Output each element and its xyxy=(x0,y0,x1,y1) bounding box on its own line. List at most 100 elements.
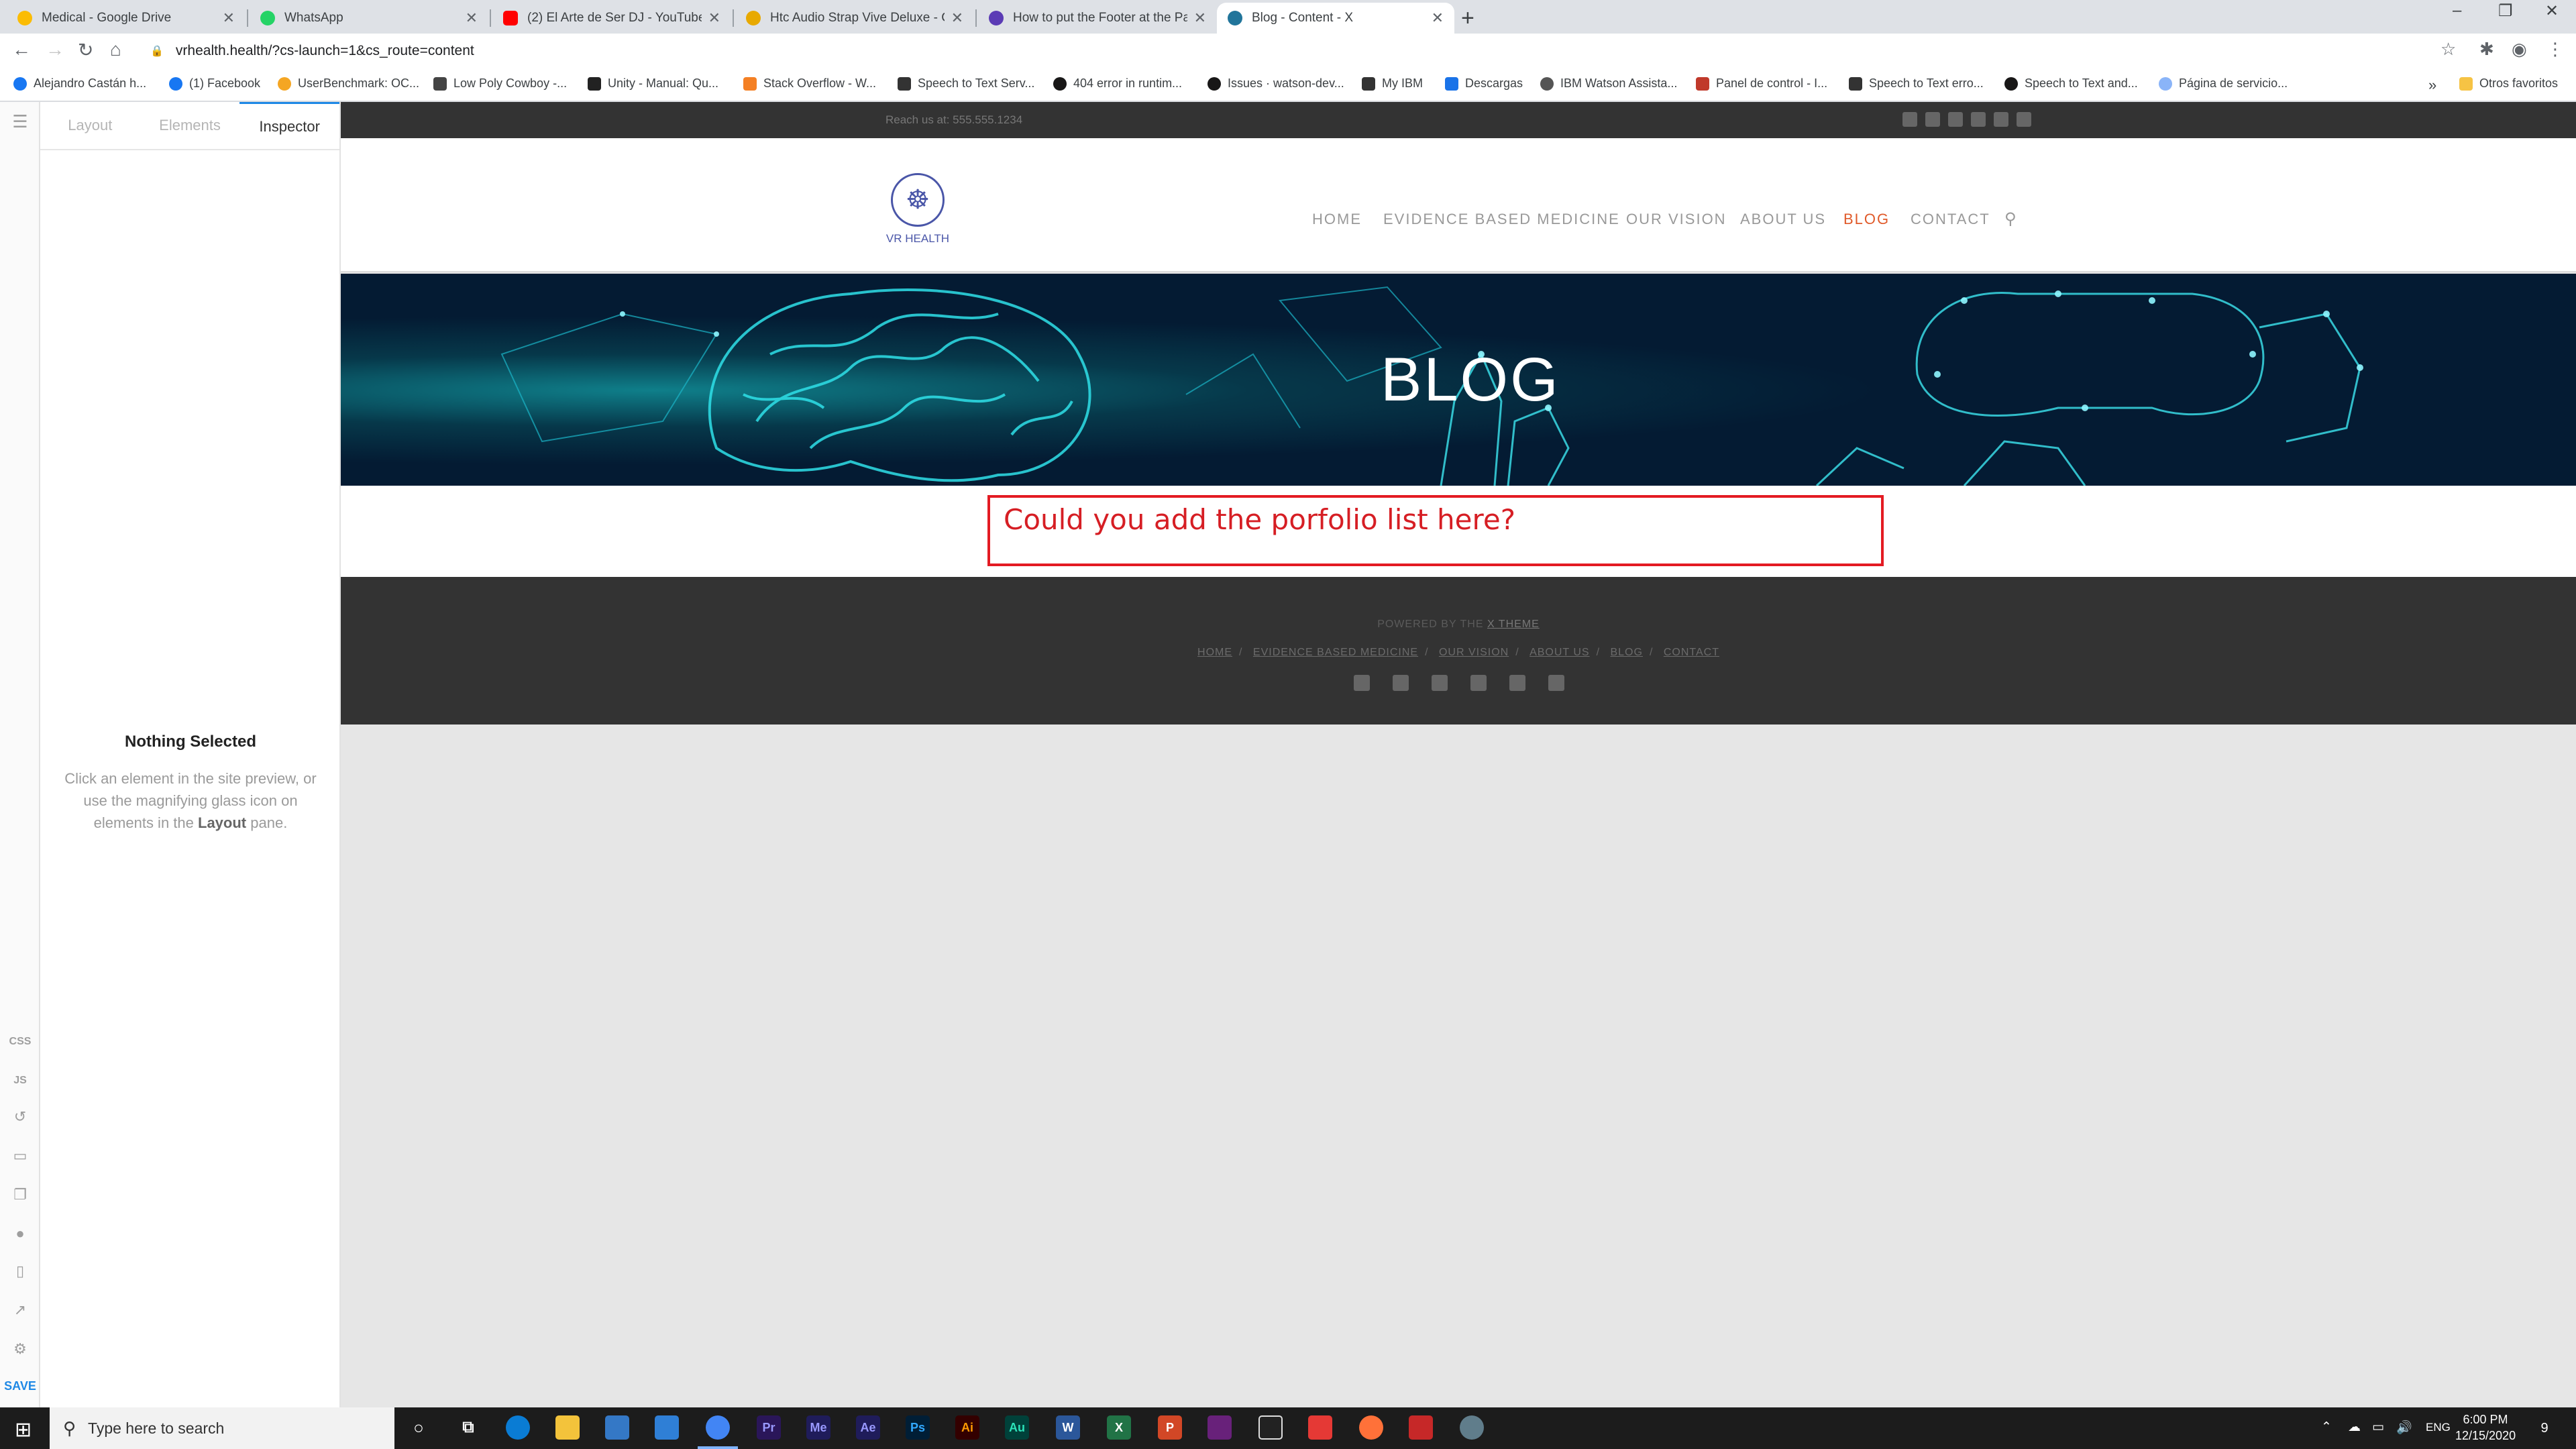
bookmark-item[interactable]: (1) Facebook xyxy=(169,76,260,91)
after-effects-icon[interactable]: Ae xyxy=(856,1415,880,1440)
facebook-icon[interactable] xyxy=(1354,675,1370,691)
search-icon[interactable]: ⚲ xyxy=(2004,209,2017,229)
close-icon[interactable]: ✕ xyxy=(708,9,720,27)
forward-icon[interactable]: → xyxy=(46,39,64,60)
hamburger-menu-icon[interactable]: ☰ xyxy=(0,111,40,132)
edge-icon[interactable] xyxy=(506,1415,530,1440)
recorder-icon[interactable] xyxy=(1409,1415,1433,1440)
footer-nav-blog[interactable]: BLOG xyxy=(1610,647,1642,658)
powerpoint-icon[interactable]: P xyxy=(1158,1415,1182,1440)
tab-layout[interactable]: Layout xyxy=(40,102,140,149)
view-site-icon[interactable]: ↗ xyxy=(0,1301,40,1319)
other-bookmarks-folder[interactable]: Otros favoritos xyxy=(2459,76,2558,91)
bookmark-item[interactable]: Speech to Text and... xyxy=(2004,76,2138,91)
bookmark-item[interactable]: 404 error in runtim... xyxy=(1053,76,1182,91)
nav-home[interactable]: HOME xyxy=(1312,211,1362,228)
settings-gear-icon[interactable]: ⚙ xyxy=(0,1340,40,1358)
css-button[interactable]: CSS xyxy=(0,1036,40,1048)
address-bar[interactable]: 🔒 vrhealth.health/?cs-launch=1&cs_route=… xyxy=(150,38,2458,64)
chrome-icon[interactable] xyxy=(706,1415,730,1440)
illustrator-icon[interactable]: Ai xyxy=(955,1415,979,1440)
nav-our-vision[interactable]: OUR VISION xyxy=(1626,211,1727,228)
xing-icon[interactable] xyxy=(1994,112,2008,127)
google-plus-icon[interactable] xyxy=(1432,675,1448,691)
js-button[interactable]: JS xyxy=(0,1075,40,1087)
xing-icon[interactable] xyxy=(1509,675,1525,691)
bookmark-item[interactable]: UserBenchmark: OC... xyxy=(278,76,419,91)
bookmark-item[interactable]: Low Poly Cowboy -... xyxy=(433,76,567,91)
taskbar-clock[interactable]: 6:00 PM 12/15/2020 xyxy=(2455,1411,2516,1444)
content-area[interactable]: Could you add the porfolio list here? xyxy=(341,486,2576,577)
bookmark-item[interactable]: Issues · watson-dev... xyxy=(1208,76,1344,91)
layout-icon[interactable]: ▭ xyxy=(0,1147,40,1165)
cortana-icon[interactable]: ○ xyxy=(407,1415,431,1440)
tab-footer-question[interactable]: How to put the Footer at the Pag ✕ xyxy=(978,3,1217,34)
tab-blog-content[interactable]: Blog - Content - X ✕ xyxy=(1217,3,1454,34)
bookmark-item[interactable]: Unity - Manual: Qu... xyxy=(588,76,718,91)
tab-htc-audio-strap[interactable]: Htc Audio Strap Vive Deluxe - Co ✕ xyxy=(735,3,974,34)
bookmark-item[interactable]: Página de servicio... xyxy=(2159,76,2288,91)
more-bookmarks-button[interactable]: » xyxy=(2428,76,2436,94)
site-logo[interactable]: ☸ VR HEALTH xyxy=(884,173,951,246)
profile-icon[interactable]: ◉ xyxy=(2512,39,2527,60)
bookmark-item[interactable]: IBM Watson Assista... xyxy=(1540,76,1677,91)
tab-youtube[interactable]: (2) El Arte de Ser DJ - YouTube ✕ xyxy=(492,3,731,34)
notification-center-icon[interactable]: 9 xyxy=(2533,1417,2556,1440)
nav-contact[interactable]: CONTACT xyxy=(1911,211,1990,228)
google-plus-icon[interactable] xyxy=(1948,112,1963,127)
word-icon[interactable]: W xyxy=(1056,1415,1080,1440)
twitter-icon[interactable] xyxy=(1925,112,1940,127)
store-icon[interactable] xyxy=(605,1415,629,1440)
footer-nav-about-us[interactable]: ABOUT US xyxy=(1529,647,1590,658)
visual-studio-icon[interactable] xyxy=(1208,1415,1232,1440)
bookmark-item[interactable]: Alejandro Castán h... xyxy=(13,76,146,91)
footer-nav-contact[interactable]: CONTACT xyxy=(1664,647,1719,658)
volume-icon[interactable]: 🔊 xyxy=(2396,1419,2412,1436)
nav-evidence-based-medicine[interactable]: EVIDENCE BASED MEDICINE xyxy=(1383,211,1620,228)
premiere-icon[interactable]: Pr xyxy=(757,1415,781,1440)
back-icon[interactable]: ← xyxy=(12,39,31,60)
star-icon[interactable]: ☆ xyxy=(2440,39,2456,60)
templates-icon[interactable]: ❐ xyxy=(0,1186,40,1203)
rss-icon[interactable] xyxy=(1548,675,1564,691)
home-icon[interactable]: ⌂ xyxy=(110,39,121,60)
file-explorer-icon[interactable] xyxy=(555,1415,580,1440)
firefox-icon[interactable] xyxy=(1359,1415,1383,1440)
close-icon[interactable]: ✕ xyxy=(1194,9,1206,27)
onedrive-icon[interactable]: ☁ xyxy=(2348,1419,2361,1435)
bookmark-item[interactable]: Speech to Text Serv... xyxy=(898,76,1034,91)
menu-dots-icon[interactable]: ⋮ xyxy=(2546,39,2564,60)
media-encoder-icon[interactable]: Me xyxy=(806,1415,830,1440)
excel-icon[interactable]: X xyxy=(1107,1415,1131,1440)
windows-start-icon[interactable]: ⊞ xyxy=(15,1418,32,1442)
chevron-up-icon[interactable]: ⌃ xyxy=(2321,1419,2332,1435)
minimize-icon[interactable]: – xyxy=(2453,1,2461,20)
history-icon[interactable]: ↺ xyxy=(0,1108,40,1126)
reload-icon[interactable]: ↻ xyxy=(78,39,93,61)
bookmark-item[interactable]: My IBM xyxy=(1362,76,1423,91)
save-button[interactable]: SAVE xyxy=(0,1379,40,1393)
photoshop-icon[interactable]: Ps xyxy=(906,1415,930,1440)
footer-nav-home[interactable]: HOME xyxy=(1197,647,1232,658)
facebook-icon[interactable] xyxy=(1902,112,1917,127)
rss-icon[interactable] xyxy=(2017,112,2031,127)
restore-icon[interactable]: ❐ xyxy=(2498,1,2513,21)
nav-blog[interactable]: BLOG xyxy=(1843,211,1890,228)
taskbar-search[interactable]: ⚲ Type here to search xyxy=(50,1407,394,1449)
site-preview[interactable]: Reach us at: 555.555.1234 ☸ VR HEALTH HO… xyxy=(341,102,2576,1407)
close-icon[interactable]: ✕ xyxy=(466,9,478,27)
linkedin-icon[interactable] xyxy=(1470,675,1487,691)
footer-nav-evidence-based-medicine[interactable]: EVIDENCE BASED MEDICINE xyxy=(1253,647,1418,658)
tab-inspector[interactable]: Inspector xyxy=(239,102,340,149)
nav-about-us[interactable]: ABOUT US xyxy=(1740,211,1826,228)
close-icon[interactable]: ✕ xyxy=(1432,9,1444,27)
language-indicator[interactable]: ENG xyxy=(2426,1421,2451,1434)
bookmark-item[interactable]: Stack Overflow - W... xyxy=(743,76,876,91)
mail-icon[interactable] xyxy=(655,1415,679,1440)
close-window-icon[interactable]: ✕ xyxy=(2545,1,2559,21)
bookmark-item[interactable]: Panel de control - I... xyxy=(1696,76,1827,91)
tab-whatsapp[interactable]: WhatsApp ✕ xyxy=(250,3,488,34)
twitter-icon[interactable] xyxy=(1393,675,1409,691)
obs-icon[interactable] xyxy=(1308,1415,1332,1440)
footer-nav-our-vision[interactable]: OUR VISION xyxy=(1439,647,1509,658)
